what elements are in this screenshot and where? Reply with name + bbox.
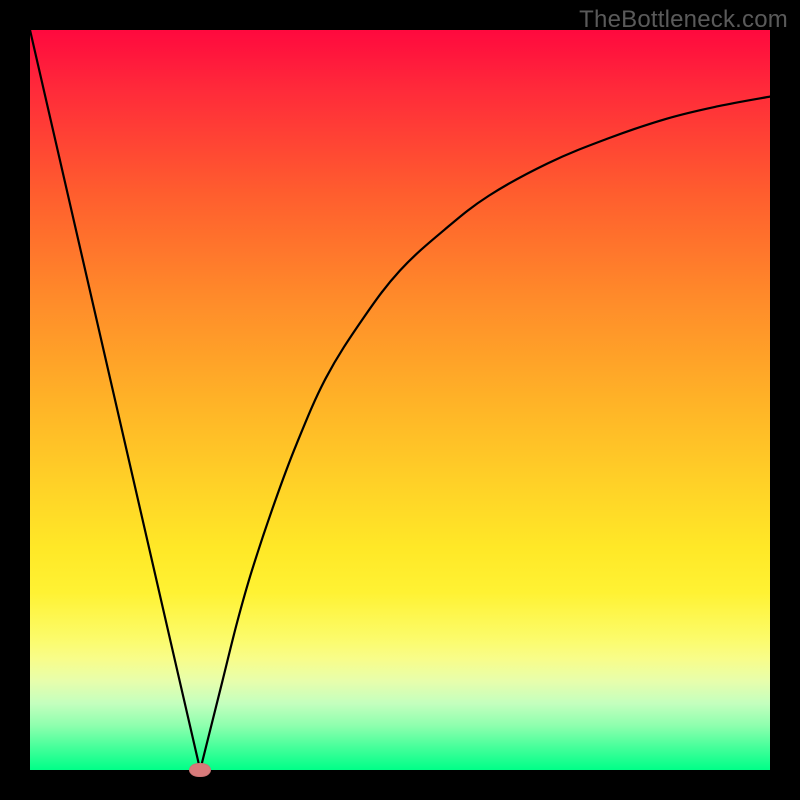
curve-left-descent <box>30 30 200 770</box>
curve-right-ascent <box>200 97 770 770</box>
plot-area <box>30 30 770 770</box>
chart-frame: TheBottleneck.com <box>0 0 800 800</box>
minimum-marker <box>189 763 211 777</box>
curve-layer <box>30 30 770 770</box>
